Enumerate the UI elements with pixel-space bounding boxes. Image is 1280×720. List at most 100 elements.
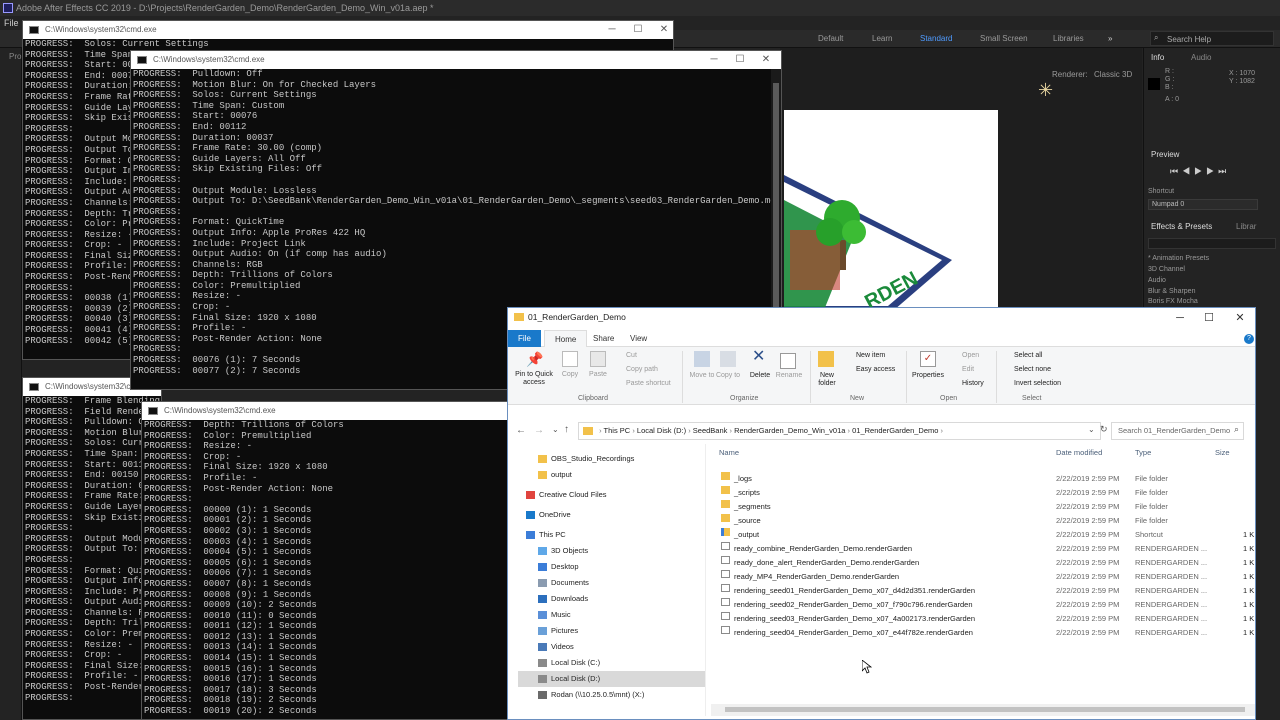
file-row[interactable]: _segments 2/22/2019 2:59 PM File folder — [711, 500, 1255, 514]
nav-item[interactable]: Downloads — [518, 591, 705, 607]
rename-button[interactable]: Rename — [774, 372, 804, 380]
copy-path-button[interactable]: Copy path — [626, 366, 658, 374]
nav-item[interactable]: Creative Cloud Files — [518, 487, 705, 503]
nav-item[interactable]: OneDrive — [518, 507, 705, 523]
copy-to-button[interactable]: Copy to — [714, 372, 742, 380]
paste-shortcut-button[interactable]: Paste shortcut — [626, 380, 671, 388]
new-folder-button[interactable]: New folder — [814, 372, 840, 388]
tab-libraries[interactable]: Librar — [1236, 222, 1256, 231]
workspace-default[interactable]: Default — [818, 30, 843, 48]
workspace-standard[interactable]: Standard — [920, 30, 952, 48]
paste-button[interactable]: Paste — [586, 371, 610, 379]
effects-search-input[interactable] — [1148, 238, 1276, 249]
nav-item[interactable]: 3D Objects — [518, 543, 705, 559]
move-to-button[interactable]: Move to — [688, 372, 716, 380]
more-workspaces-icon[interactable]: » — [1108, 30, 1112, 48]
file-row[interactable]: _logs 2/22/2019 2:59 PM File folder — [711, 472, 1255, 486]
cmd-window-4[interactable]: C:\Windows\system32\cmd.exe PROGRESS: De… — [141, 401, 511, 720]
close-button[interactable]: ✕ — [753, 51, 779, 69]
breadcrumb-project[interactable]: RenderGarden_Demo_Win_v01a — [734, 426, 845, 435]
breadcrumb-this-pc[interactable]: This PC — [604, 426, 631, 435]
maximize-button[interactable]: ☐ — [1194, 310, 1224, 326]
minimize-button[interactable]: ─ — [599, 21, 625, 39]
minimize-button[interactable]: ─ — [1165, 310, 1195, 326]
tab-share[interactable]: Share — [583, 330, 624, 347]
breadcrumb-local-disk-d[interactable]: Local Disk (D:) — [637, 426, 686, 435]
tab-info[interactable]: Info — [1151, 53, 1164, 62]
delete-button[interactable]: Delete — [748, 372, 772, 380]
history-button[interactable]: History — [962, 380, 984, 388]
effects-item[interactable]: 3D Channel — [1148, 266, 1185, 273]
explorer-search-input[interactable]: Search 01_RenderGarden_Demo — [1111, 422, 1244, 440]
breadcrumb-seedbank[interactable]: SeedBank — [693, 426, 728, 435]
nav-item[interactable]: Music — [518, 607, 705, 623]
tab-file[interactable]: File — [508, 330, 541, 347]
select-all-button[interactable]: Select all — [1014, 352, 1042, 360]
nav-item[interactable]: Local Disk (C:) — [518, 655, 705, 671]
effects-item[interactable]: Blur & Sharpen — [1148, 288, 1195, 295]
tab-home[interactable]: Home — [544, 330, 588, 347]
breadcrumb-current[interactable]: 01_RenderGarden_Demo — [852, 426, 938, 435]
recent-locations-icon[interactable]: ⌄ — [552, 425, 559, 434]
explorer-title-bar[interactable]: 01_RenderGarden_Demo — [508, 308, 1255, 330]
close-button[interactable]: ✕ — [651, 21, 673, 39]
workspace-small-screen[interactable]: Small Screen — [980, 30, 1028, 48]
preview-controls-icon[interactable]: ⏮◀▶▶⏭ — [1170, 166, 1230, 177]
scrollbar-thumb[interactable] — [725, 707, 1245, 712]
open-button[interactable]: Open — [962, 352, 979, 360]
nav-item[interactable]: Local Disk (D:) — [518, 671, 705, 687]
nav-item[interactable]: Documents — [518, 575, 705, 591]
file-row[interactable]: rendering_seed03_RenderGarden_Demo_x07_4… — [711, 612, 1255, 626]
cut-button[interactable]: Cut — [626, 352, 637, 360]
properties-button[interactable]: Properties — [910, 372, 946, 380]
file-row[interactable]: _output 2/22/2019 2:59 PM Shortcut 1 K — [711, 528, 1255, 542]
workspace-learn[interactable]: Learn — [872, 30, 892, 48]
maximize-button[interactable]: ☐ — [727, 51, 753, 69]
horizontal-scrollbar[interactable] — [711, 704, 1255, 716]
file-row[interactable]: rendering_seed04_RenderGarden_Demo_x07_e… — [711, 626, 1255, 640]
up-icon[interactable]: ↑ — [564, 424, 569, 435]
new-item-button[interactable]: New item — [856, 352, 885, 360]
file-explorer-window[interactable]: 01_RenderGarden_Demo ─ ☐ ✕ File Home Sha… — [507, 307, 1256, 720]
renderer-value[interactable]: Classic 3D — [1094, 70, 1132, 79]
invert-selection-button[interactable]: Invert selection — [1014, 380, 1061, 388]
workspace-libraries[interactable]: Libraries — [1053, 30, 1084, 48]
easy-access-button[interactable]: Easy access — [856, 366, 895, 374]
preview-panel-title[interactable]: Preview — [1151, 150, 1179, 159]
maximize-button[interactable]: ☐ — [625, 21, 651, 39]
file-row[interactable]: ready_done_alert_RenderGarden_Demo.rende… — [711, 556, 1255, 570]
refresh-icon[interactable]: ↻ — [1100, 424, 1108, 435]
cmd-title-bar[interactable]: C:\Windows\system32\cmd.exe — [131, 51, 781, 69]
copy-button[interactable]: Copy — [558, 371, 582, 379]
nav-item[interactable]: Rodan (\\10.25.0.5\mnt) (X:) — [518, 687, 705, 703]
close-button[interactable]: ✕ — [1225, 310, 1255, 326]
effects-item[interactable]: * Animation Presets — [1148, 255, 1209, 262]
file-row[interactable]: ready_combine_RenderGarden_Demo.renderGa… — [711, 542, 1255, 556]
tab-audio[interactable]: Audio — [1191, 53, 1211, 62]
nav-item[interactable]: Pictures — [518, 623, 705, 639]
file-row[interactable]: ready_MP4_RenderGarden_Demo.renderGarden… — [711, 570, 1255, 584]
shortcut-select[interactable]: Numpad 0 — [1148, 199, 1258, 210]
address-bar[interactable]: › This PC › Local Disk (D:) › SeedBank ›… — [578, 422, 1101, 440]
back-icon[interactable]: ← — [516, 425, 526, 436]
help-icon[interactable]: ? — [1244, 334, 1254, 344]
tab-view[interactable]: View — [620, 330, 657, 347]
column-date-modified[interactable]: Date modified — [1056, 448, 1102, 457]
forward-icon[interactable]: → — [534, 425, 544, 436]
nav-item[interactable]: Desktop — [518, 559, 705, 575]
effects-item[interactable]: Audio — [1148, 277, 1166, 284]
pin-to-quick-access-button[interactable]: Pin to Quick access — [510, 371, 558, 387]
effects-item[interactable]: Boris FX Mocha — [1148, 298, 1198, 305]
file-row[interactable]: _scripts 2/22/2019 2:59 PM File folder — [711, 486, 1255, 500]
file-row[interactable]: rendering_seed02_RenderGarden_Demo_x07_f… — [711, 598, 1255, 612]
column-size[interactable]: Size — [1215, 448, 1230, 457]
minimize-button[interactable]: ─ — [701, 51, 727, 69]
edit-button[interactable]: Edit — [962, 366, 974, 374]
select-none-button[interactable]: Select none — [1014, 366, 1051, 374]
nav-item[interactable]: output — [518, 467, 705, 483]
ae-search-help-input[interactable]: Search Help — [1150, 31, 1274, 46]
address-dropdown-icon[interactable]: ⌄ — [1088, 425, 1095, 434]
column-name[interactable]: Name — [719, 448, 739, 457]
cmd-title-bar[interactable]: C:\Windows\system32\cmd.exe — [142, 402, 510, 420]
ae-menu-file[interactable]: File — [4, 18, 19, 28]
